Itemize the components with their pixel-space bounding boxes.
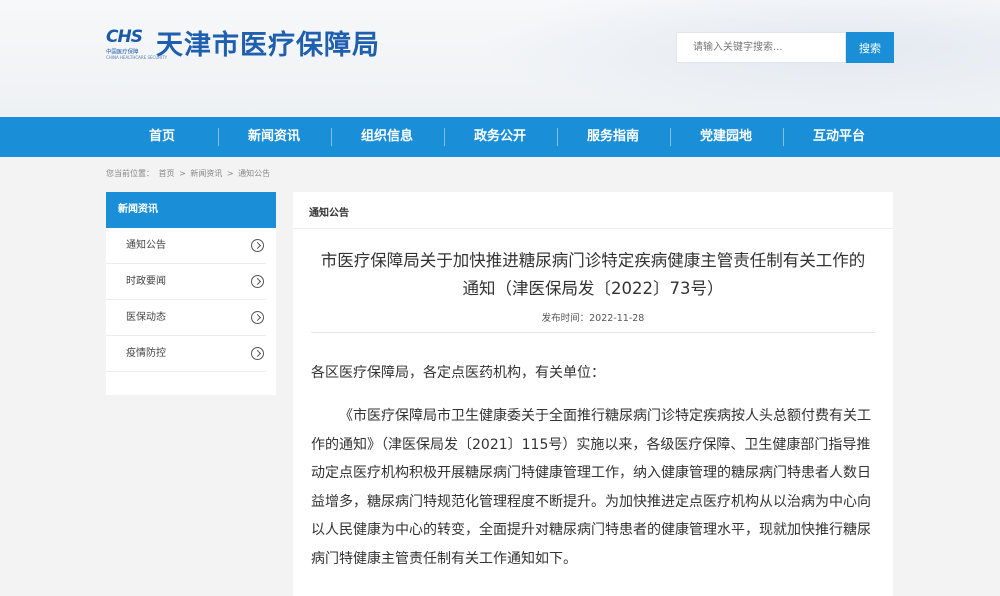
breadcrumb-item-notices[interactable]: 通知公告	[238, 169, 270, 178]
breadcrumb: 您当前位置： 首页 > 新闻资讯 > 通知公告	[106, 168, 272, 179]
nav-item-party-building[interactable]: 党建园地	[678, 117, 774, 157]
nav-separator	[783, 128, 784, 146]
search-button[interactable]: 搜索	[846, 32, 894, 63]
nav-separator	[670, 128, 671, 146]
divider	[293, 228, 893, 229]
chevron-right-circle-icon	[251, 239, 264, 252]
sidebar-item-epidemic-control[interactable]: 疫情防控	[106, 336, 266, 372]
breadcrumb-prefix: 您当前位置：	[106, 169, 154, 178]
article-paragraph: 《市医疗保障局市卫生健康委关于全面推行糖尿病门诊特定疾病按人头总额付费有关工作的…	[311, 408, 871, 567]
chs-logo-icon: CHS 中国医疗保障 CHINA HEALTHCARE SECURITY	[106, 27, 168, 60]
nav-item-home[interactable]: 首页	[114, 117, 210, 157]
search-input[interactable]	[677, 33, 845, 62]
chevron-right-circle-icon	[251, 311, 264, 324]
breadcrumb-separator: >	[226, 169, 234, 178]
article-date: 发布时间：2022-11-28	[293, 310, 893, 324]
nav-item-news[interactable]: 新闻资讯	[226, 117, 322, 157]
sidebar-item-label: 疫情防控	[126, 348, 166, 359]
date-label: 发布时间：	[541, 313, 590, 324]
breadcrumb-item-home[interactable]: 首页	[159, 169, 175, 178]
sidebar-item-political-news[interactable]: 时政要闻	[106, 264, 266, 300]
article-title: 市医疗保障局关于加快推进糖尿病门诊特定疾病健康主管责任制有关工作的 通知（津医保…	[293, 247, 893, 303]
date-value: 2022-11-28	[589, 313, 645, 324]
sidebar-item-insurance-updates[interactable]: 医保动态	[106, 300, 266, 336]
nav-separator	[557, 128, 558, 146]
article-salutation: 各区医疗保障局，各定点医药机构，有关单位：	[311, 365, 605, 381]
article-title-line: 市医疗保障局关于加快推进糖尿病门诊特定疾病健康主管责任制有关工作的	[320, 251, 866, 270]
nav-item-interaction[interactable]: 互动平台	[791, 117, 887, 157]
nav-separator	[331, 128, 332, 146]
divider	[311, 332, 875, 333]
section-tab-label: 通知公告	[309, 208, 349, 219]
nav-item-service-guide[interactable]: 服务指南	[565, 117, 661, 157]
chevron-right-circle-icon	[251, 347, 264, 360]
site-logo[interactable]: CHS 中国医疗保障 CHINA HEALTHCARE SECURITY 天津市…	[106, 22, 380, 62]
sidebar-item-label: 时政要闻	[126, 276, 166, 287]
nav-separator	[218, 128, 219, 146]
breadcrumb-separator: >	[179, 169, 186, 178]
sidebar-item-notices[interactable]: 通知公告	[106, 228, 266, 264]
sidebar: 新闻资讯 通知公告 时政要闻 医保动态 疫情防控	[106, 192, 276, 395]
nav-item-organization[interactable]: 组织信息	[339, 117, 435, 157]
nav-item-government-affairs[interactable]: 政务公开	[452, 117, 548, 157]
article-title-line: 通知（津医保局发〔2022〕73号）	[462, 279, 724, 298]
main-nav: 首页 新闻资讯 组织信息 政务公开 服务指南 党建园地 互动平台	[0, 117, 1000, 157]
nav-separator	[444, 128, 445, 146]
article-panel: 通知公告 市医疗保障局关于加快推进糖尿病门诊特定疾病健康主管责任制有关工作的 通…	[293, 192, 893, 596]
sidebar-item-label: 通知公告	[126, 240, 166, 251]
chevron-right-circle-icon	[251, 275, 264, 288]
sidebar-item-label: 医保动态	[126, 312, 166, 323]
sidebar-title: 新闻资讯	[106, 192, 276, 228]
breadcrumb-item-news[interactable]: 新闻资讯	[190, 169, 222, 178]
search-box	[676, 32, 846, 63]
site-title: 天津市医疗保障局	[156, 29, 380, 61]
